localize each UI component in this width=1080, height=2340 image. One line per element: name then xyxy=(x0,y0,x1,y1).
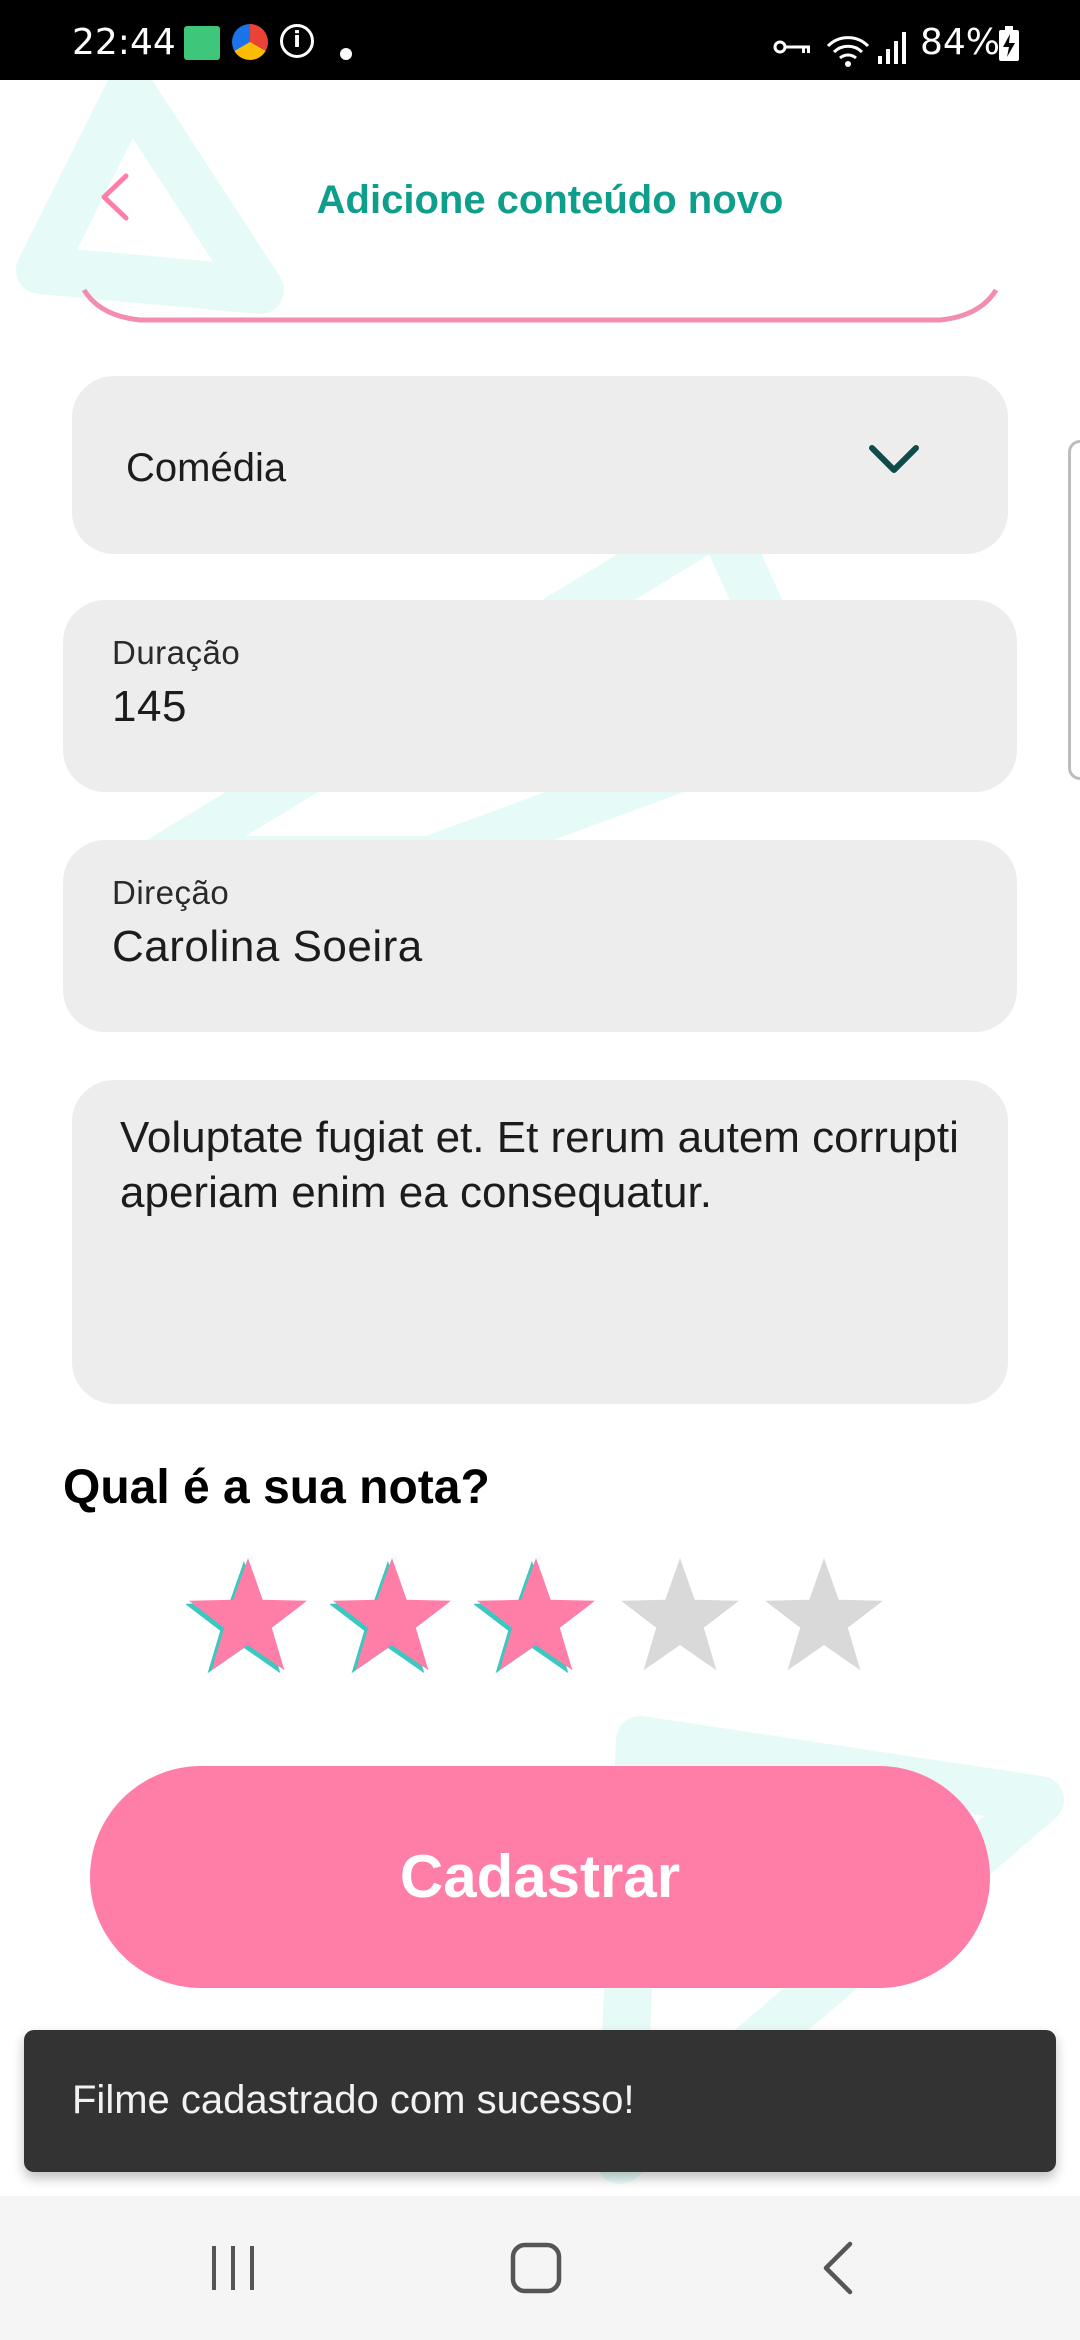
nav-back-icon[interactable] xyxy=(820,2240,856,2296)
genre-selected-value: Comédia xyxy=(126,446,287,490)
description-value: Voluptate fugiat et. Et rerum autem corr… xyxy=(120,1113,959,1217)
page-title: Adicione conteúdo novo xyxy=(316,178,784,222)
duration-value: 145 xyxy=(112,682,187,731)
sheets-notification-icon xyxy=(184,26,220,60)
scroll-indicator[interactable] xyxy=(1068,440,1080,780)
star-icon-1[interactable] xyxy=(186,1556,316,1680)
star-icon-3[interactable] xyxy=(474,1556,604,1680)
rating-question: Qual é a sua nota? xyxy=(63,1461,490,1514)
direction-label: Direção xyxy=(112,874,230,911)
chevron-down-icon xyxy=(869,445,919,473)
description-textarea[interactable]: Voluptate fugiat et. Et rerum autem corr… xyxy=(72,1080,1008,1404)
home-icon[interactable] xyxy=(508,2240,564,2296)
snackbar-message: Filme cadastrado com sucesso! xyxy=(72,2078,635,2122)
recent-apps-icon[interactable] xyxy=(208,2240,258,2296)
wifi-icon xyxy=(826,36,870,67)
status-bar: 22:44 i 84% xyxy=(0,0,1080,80)
snackbar: Filme cadastrado com sucesso! xyxy=(24,2030,1056,2172)
duration-label: Duração xyxy=(112,634,241,671)
star-icon-5[interactable] xyxy=(762,1556,892,1680)
direction-field[interactable]: Direção Carolina Soeira xyxy=(63,840,1017,1032)
status-time: 22:44 xyxy=(72,22,176,63)
title-field-underline xyxy=(81,288,999,323)
star-icon-2[interactable] xyxy=(330,1556,460,1680)
signal-strength-icon xyxy=(878,32,906,64)
system-navigation-bar xyxy=(0,2196,1080,2340)
star-rating[interactable] xyxy=(186,1556,906,1680)
direction-value: Carolina Soeira xyxy=(112,922,423,971)
more-notifications-dot-icon xyxy=(340,48,352,60)
star-icon-4[interactable] xyxy=(618,1556,748,1680)
submit-button[interactable]: Cadastrar xyxy=(90,1766,990,1988)
battery-percentage: 84% xyxy=(920,22,1001,63)
duration-field[interactable]: Duração 145 xyxy=(63,600,1017,792)
battery-charging-icon xyxy=(999,26,1019,61)
vpn-key-icon xyxy=(773,40,810,54)
info-notification-icon: i xyxy=(280,24,314,58)
browser-notification-icon xyxy=(232,24,268,60)
app-header: Adicione conteúdo novo xyxy=(0,80,1080,290)
genre-select[interactable]: Comédia xyxy=(72,376,1008,554)
